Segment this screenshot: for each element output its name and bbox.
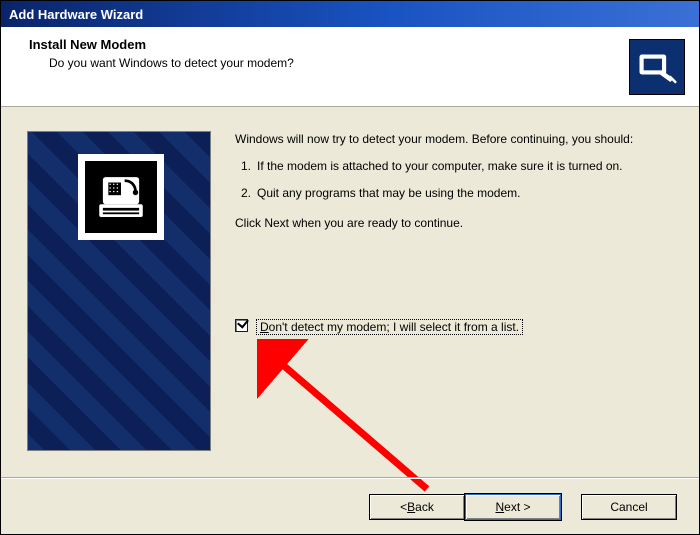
wizard-window: Add Hardware Wizard Install New Modem Do…	[0, 0, 700, 535]
modem-icon	[78, 154, 164, 240]
dont-detect-checkbox[interactable]	[235, 319, 248, 332]
list-item: 2. Quit any programs that may be using t…	[235, 185, 673, 202]
detect-card-icon	[629, 39, 685, 95]
window-title: Add Hardware Wizard	[9, 7, 143, 22]
continue-text: Click Next when you are ready to continu…	[235, 215, 673, 232]
wizard-graphic	[27, 131, 211, 451]
wizard-content: Windows will now try to detect your mode…	[27, 131, 673, 462]
wizard-header: Install New Modem Do you want Windows to…	[1, 27, 699, 107]
dont-detect-row: Don't detect my modem; I will select it …	[235, 319, 523, 335]
next-button[interactable]: Next >	[465, 494, 561, 520]
titlebar: Add Hardware Wizard	[1, 1, 699, 27]
page-title: Install New Modem	[29, 37, 681, 52]
list-item: 1. If the modem is attached to your comp…	[235, 158, 673, 175]
wizard-buttons: < Back Next > Cancel	[1, 478, 699, 534]
page-subtitle: Do you want Windows to detect your modem…	[49, 56, 681, 70]
dont-detect-label[interactable]: Don't detect my modem; I will select it …	[256, 319, 523, 335]
back-button[interactable]: < Back	[369, 494, 465, 520]
steps-list: 1. If the modem is attached to your comp…	[235, 158, 673, 202]
intro-text: Windows will now try to detect your mode…	[235, 131, 673, 148]
cancel-button[interactable]: Cancel	[581, 494, 677, 520]
instruction-text: Windows will now try to detect your mode…	[235, 131, 673, 242]
